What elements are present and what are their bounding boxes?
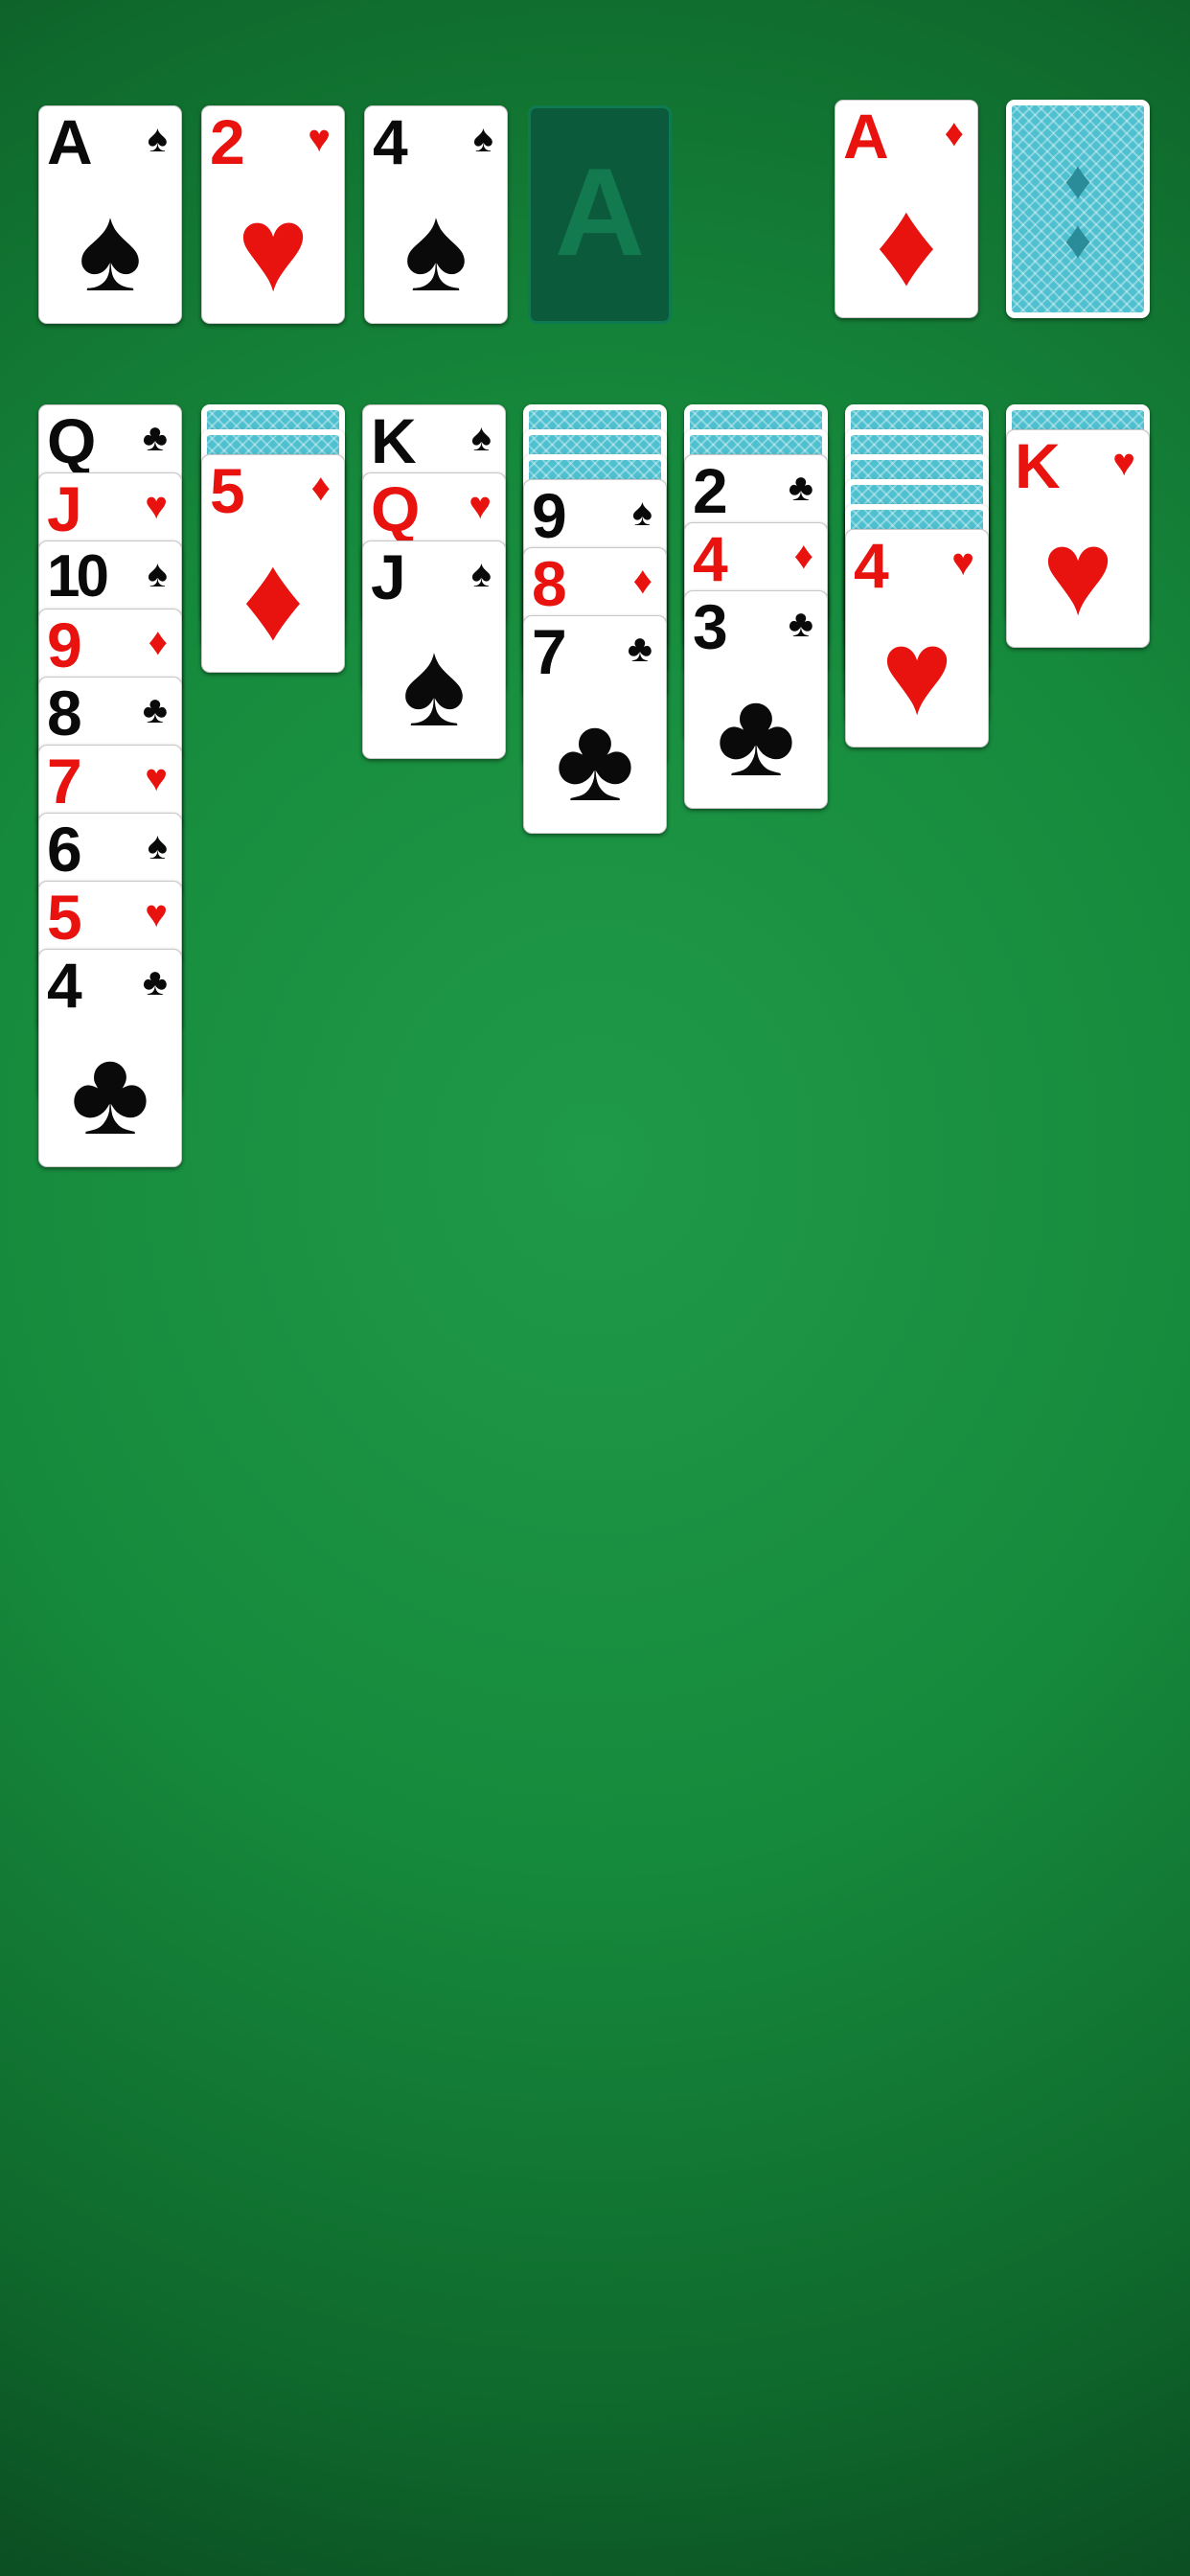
card-rank: J [371,541,406,612]
heart-icon: ♥ [951,541,974,584]
card-rank: 4 [693,523,728,594]
tableau-card[interactable]: 3 ♣ ♣ [684,590,828,809]
tableau-card[interactable]: 7 ♣ ♣ [523,615,667,834]
card-rank: 8 [47,678,82,748]
club-icon: ♣ [142,689,168,731]
diamond-icon: ♦ [1064,150,1092,210]
foundation-slot-empty[interactable]: A [528,105,672,324]
diamond-icon: ♦ [148,621,168,663]
spade-icon: ♠ [470,417,492,459]
tableau-card[interactable]: K ♥ ♥ [1006,429,1150,648]
tableau-card[interactable]: 5 ♦ ♦ [201,454,345,673]
card-rank: 2 [210,106,245,177]
card-rank: 3 [693,591,728,662]
card-rank: K [371,405,417,476]
heart-icon: ♥ [881,605,953,740]
card-rank: 6 [47,814,82,885]
card-rank: 9 [532,480,567,551]
tableau-card[interactable]: 4 ♣ ♣ [38,949,182,1167]
spade-icon: ♠ [470,553,492,595]
spade-icon: ♠ [147,553,168,595]
tableau-card[interactable]: 4 ♥ ♥ [845,529,989,748]
diamond-icon: ♦ [875,175,938,310]
spade-icon: ♠ [403,181,469,316]
heart-icon: ♥ [237,181,309,316]
spade-icon: ♠ [147,825,168,867]
foundation-card[interactable]: A ♠ ♠ [38,105,182,324]
tableau-card[interactable]: J ♠ ♠ [362,540,506,759]
heart-icon: ♥ [145,893,168,935]
heart-icon: ♥ [1112,442,1135,484]
card-rank: 2 [693,455,728,526]
diamond-icon: ♦ [632,560,652,602]
club-icon: ♣ [627,628,652,670]
diamond-icon: ♦ [793,535,813,577]
card-rank: 5 [47,882,82,953]
stock-pile[interactable]: ♦ ♦ [1006,100,1150,318]
club-icon: ♣ [555,691,635,826]
card-rank: Q [371,473,420,544]
spade-icon: ♠ [631,492,652,534]
club-icon: ♣ [70,1024,150,1160]
club-icon: ♣ [142,961,168,1003]
spade-icon: ♠ [147,118,168,160]
club-icon: ♣ [716,666,796,801]
club-icon: ♣ [788,603,813,645]
card-rank: 7 [532,616,567,687]
spade-icon: ♠ [472,118,493,160]
heart-icon: ♥ [145,757,168,799]
card-rank: 9 [47,610,82,680]
card-rank: 4 [373,106,408,177]
card-rank: K [1015,430,1061,501]
card-rank: 4 [47,950,82,1021]
card-rank: 4 [854,530,889,601]
spade-icon: ♠ [401,616,467,751]
club-icon: ♣ [788,467,813,509]
heart-icon: ♥ [469,485,492,527]
card-rank: A [47,106,93,177]
diamond-icon: ♦ [310,467,331,509]
spade-icon: ♠ [78,181,143,316]
diamond-icon: ♦ [1064,209,1092,269]
card-rank: J [47,473,82,544]
foundation-card[interactable]: 2 ♥ ♥ [201,105,345,324]
card-rank: 8 [532,548,567,619]
diamond-icon: ♦ [241,530,305,665]
card-rank: Q [47,405,96,476]
diamond-icon: ♦ [944,112,964,154]
card-rank: 7 [47,746,82,816]
heart-icon: ♥ [308,118,331,160]
foundation-card[interactable]: 4 ♠ ♠ [364,105,508,324]
heart-icon: ♥ [145,485,168,527]
club-icon: ♣ [142,417,168,459]
card-rank: A [843,101,889,172]
waste-card[interactable]: A ♦ ♦ [835,100,978,318]
card-rank: 10 [47,543,109,610]
heart-icon: ♥ [1041,505,1114,640]
card-rank: 5 [210,455,245,526]
foundation-placeholder-label: A [555,142,645,282]
